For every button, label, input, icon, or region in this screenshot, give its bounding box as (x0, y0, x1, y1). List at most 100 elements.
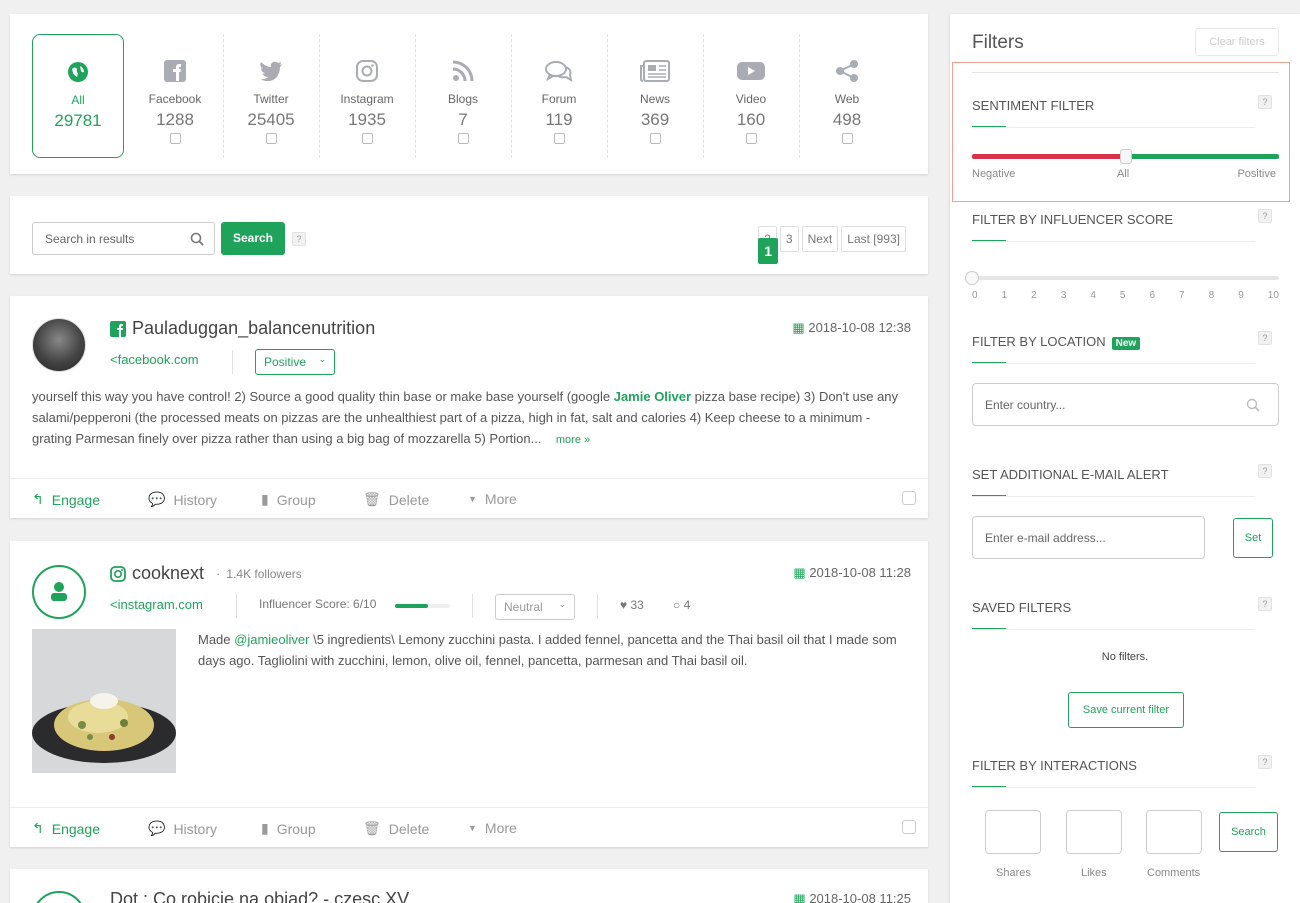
source-link-text: instagram.com (117, 597, 203, 612)
filters-title: Filters (972, 32, 1024, 53)
influencer-ticks: 0 1 2 3 4 5 6 7 8 9 10 (972, 290, 1279, 301)
post-date: ▦ 2018-10-08 11:28 (793, 565, 911, 581)
post-image[interactable] (32, 629, 176, 773)
source-count: 29781 (54, 111, 102, 130)
source-web[interactable]: Web 498 (801, 34, 893, 158)
source-instagram[interactable]: Instagram 1935 (321, 34, 413, 158)
help-icon[interactable]: ? (1258, 331, 1272, 345)
history-button[interactable]: 💬 History (148, 491, 217, 508)
video-icon (705, 56, 797, 86)
source-video[interactable]: Video 160 (705, 34, 797, 158)
slider-handle[interactable] (965, 271, 979, 285)
more-button[interactable]: ▼ More (468, 820, 517, 836)
no-filters-text: No filters. (1101, 651, 1149, 663)
avatar[interactable] (32, 565, 86, 619)
more-link[interactable]: more » (556, 434, 590, 446)
sentiment-select[interactable]: Neutral ⌄ (495, 594, 575, 620)
source-count: 160 (736, 110, 766, 129)
clear-filters-button[interactable]: Clear filters (1195, 28, 1279, 56)
post-author[interactable]: cooknext (132, 563, 204, 584)
share-icon: < (110, 352, 118, 367)
source-checkbox[interactable] (169, 133, 181, 144)
post-author[interactable]: Pauladuggan_balancenutrition (132, 318, 375, 339)
group-button[interactable]: ▮ Group (261, 820, 316, 837)
interactions-search-button[interactable]: Search (1219, 812, 1278, 852)
post-title: Pauladuggan_balancenutrition (110, 318, 375, 339)
history-button[interactable]: 💬 History (148, 820, 217, 837)
post-checkbox[interactable] (902, 820, 916, 834)
source-facebook[interactable]: Facebook 1288 (129, 34, 221, 158)
group-button[interactable]: ▮ Group (261, 491, 316, 508)
likes-input[interactable] (1066, 810, 1122, 854)
comment-icon: ○ (673, 598, 681, 612)
country-input[interactable]: Enter country... (972, 383, 1279, 426)
source-checkbox[interactable] (361, 133, 373, 144)
source-checkbox[interactable] (841, 133, 853, 144)
mention-link[interactable]: Jamie Oliver (614, 389, 691, 404)
post-checkbox[interactable] (902, 491, 916, 505)
delete-button[interactable]: 🗑 Delete (363, 491, 429, 508)
shares-input[interactable] (985, 810, 1041, 854)
page-1[interactable]: 1 (758, 238, 779, 264)
mention-link[interactable]: @jamieoliver (234, 632, 309, 647)
pagination: 1 2 3 Next Last [993] (758, 226, 906, 264)
post-author[interactable]: Dot : Co robicie na obiad? - czesc XV (110, 889, 409, 903)
page-3[interactable]: 3 (779, 226, 799, 252)
source-news[interactable]: News 369 (609, 34, 701, 158)
search-input[interactable]: Search in results (32, 222, 215, 255)
delete-button[interactable]: 🗑 Delete (363, 820, 429, 837)
comments-input[interactable] (1146, 810, 1202, 854)
reply-icon: ↰ (32, 491, 44, 507)
help-icon[interactable]: ? (1258, 464, 1272, 478)
source-checkbox[interactable] (265, 133, 277, 144)
avatar[interactable] (32, 318, 86, 372)
last-page[interactable]: Last [993] (841, 226, 906, 252)
sentiment-select[interactable]: Positive ⌄ (255, 349, 335, 375)
search-icon (190, 232, 204, 246)
share-icon: < (110, 597, 118, 612)
influencer-slider[interactable] (965, 271, 1279, 285)
facebook-icon (110, 320, 126, 337)
source-checkbox[interactable] (457, 133, 469, 144)
set-email-button[interactable]: Set (1233, 518, 1273, 558)
source-link[interactable]: <facebook.com (110, 352, 199, 367)
email-input[interactable]: Enter e-mail address... (972, 516, 1205, 559)
engage-button[interactable]: ↰ Engage (32, 820, 100, 837)
source-count: 119 (545, 110, 573, 129)
source-name: Facebook (148, 92, 202, 106)
search-icon (1246, 398, 1260, 412)
help-icon[interactable]: ? (292, 232, 306, 246)
help-icon[interactable]: ? (1258, 597, 1272, 611)
caret-down-icon: ▼ (468, 823, 477, 833)
divider (972, 787, 1255, 788)
source-twitter[interactable]: Twitter 25405 (225, 34, 317, 158)
share-icon (801, 56, 893, 86)
source-blogs[interactable]: Blogs 7 (417, 34, 509, 158)
source-forum[interactable]: Forum 119 (513, 34, 605, 158)
post-date-text: 2018-10-08 11:28 (809, 565, 911, 580)
help-icon[interactable]: ? (1258, 209, 1272, 223)
comments-count: ○ 4 (673, 598, 691, 612)
source-checkbox[interactable] (745, 133, 757, 144)
post-card: Pauladuggan_balancenutrition ▦ 2018-10-0… (10, 296, 928, 518)
divider (511, 34, 512, 158)
avatar[interactable] (32, 891, 86, 903)
post-actions: ↰ Engage 💬 History ▮ Group 🗑 Delete ▼ More (10, 478, 928, 518)
source-filter-card: All 29781 Facebook 1288 Twitter 25405 In… (10, 14, 928, 174)
next-page[interactable]: Next (801, 226, 839, 252)
caret-down-icon: ▼ (468, 494, 477, 504)
source-all[interactable]: All 29781 (32, 34, 124, 158)
source-checkbox[interactable] (649, 133, 661, 144)
help-icon[interactable]: ? (1258, 755, 1272, 769)
more-button[interactable]: ▼ More (468, 491, 517, 507)
search-button[interactable]: Search (221, 222, 285, 255)
source-name: News (639, 92, 670, 106)
user-icon (51, 582, 67, 601)
source-checkbox[interactable] (553, 133, 565, 144)
post-card: cooknext · 1.4K followers ▦ 2018-10-08 1… (10, 541, 928, 847)
source-count: 369 (640, 110, 670, 129)
save-filter-button[interactable]: Save current filter (1068, 692, 1184, 728)
new-badge: New (1111, 337, 1141, 350)
source-link[interactable]: <instagram.com (110, 597, 203, 612)
engage-button[interactable]: ↰ Engage (32, 491, 100, 508)
